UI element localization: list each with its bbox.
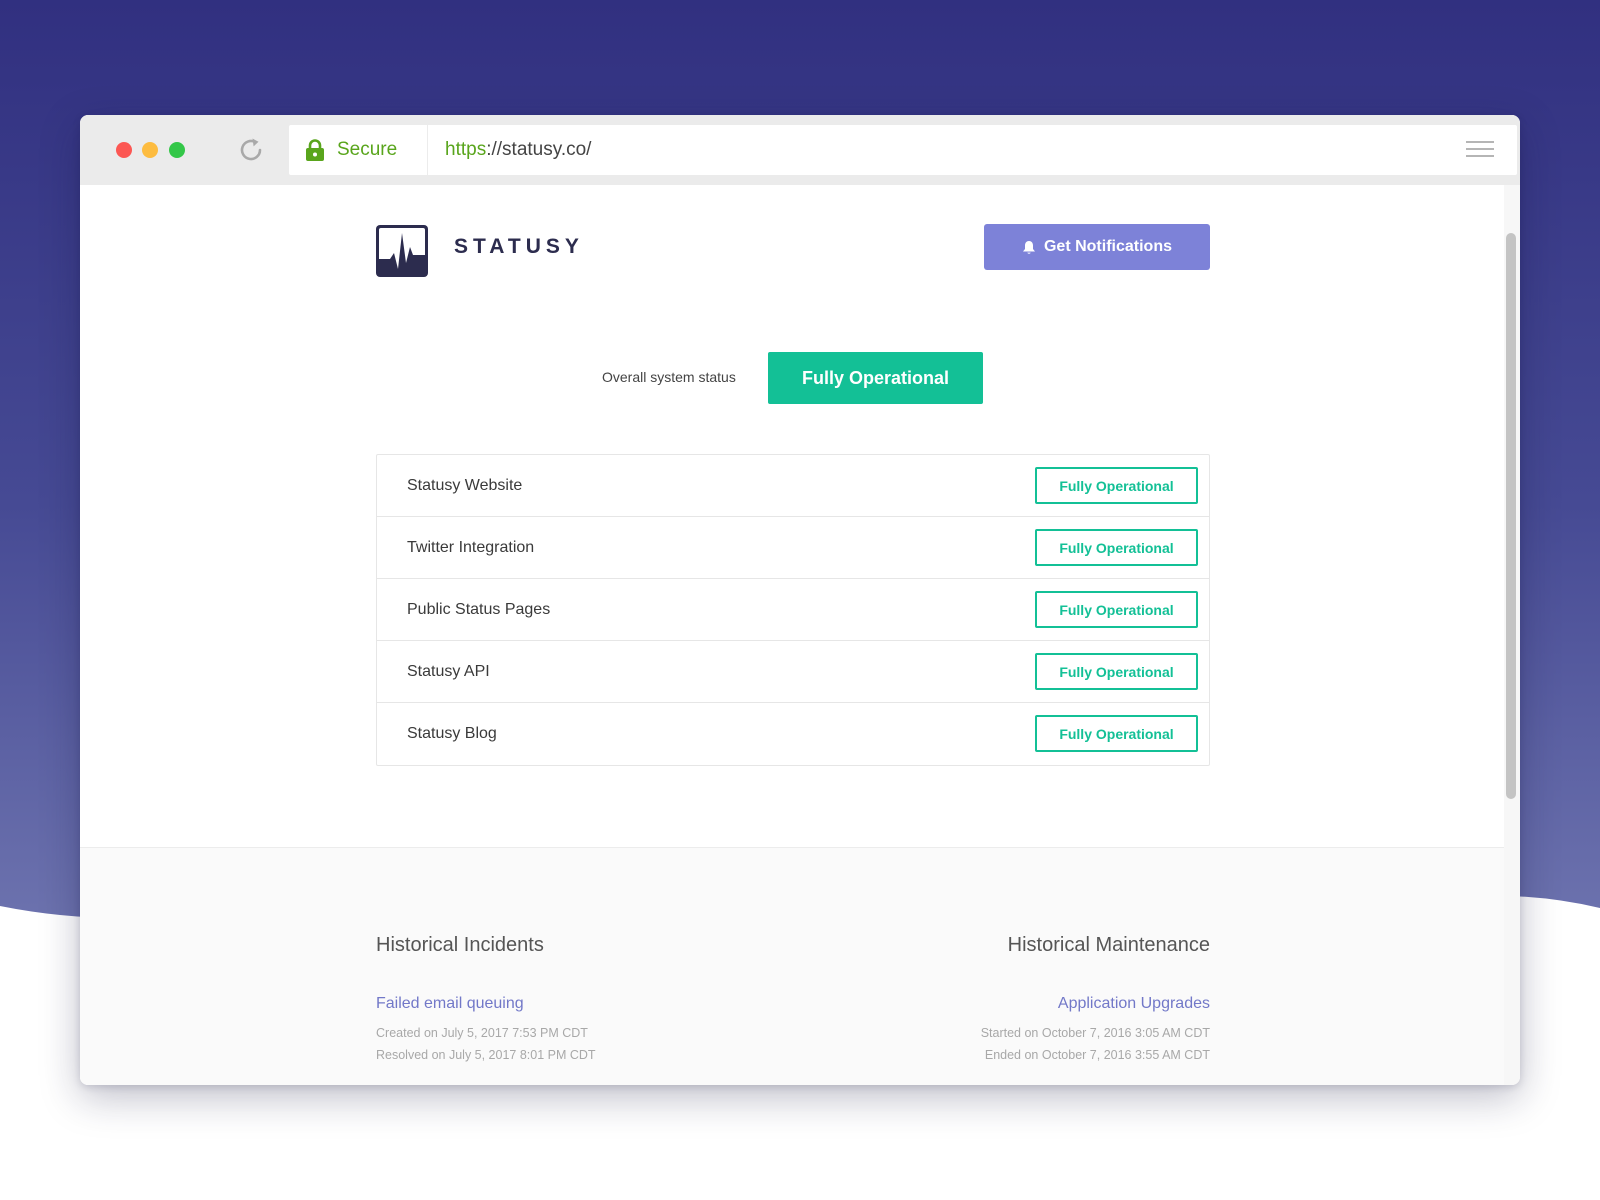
component-status-badge: Fully Operational: [1035, 529, 1198, 566]
browser-toolbar: Secure https://statusy.co/: [80, 115, 1520, 185]
get-notifications-label: Get Notifications: [1043, 238, 1172, 255]
overall-status-badge: Fully Operational: [768, 352, 983, 404]
historical-incidents-title: Historical Incidents: [376, 934, 544, 956]
incident-resolved: Resolved on July 5, 2017 8:01 PM CDT: [376, 1048, 596, 1062]
secure-indicator[interactable]: Secure: [289, 125, 428, 175]
url-path: ://statusy.co/: [486, 139, 592, 160]
bell-icon: [1022, 240, 1035, 254]
address-bar[interactable]: Secure https://statusy.co/: [289, 125, 1517, 175]
component-row: Twitter Integration Fully Operational: [377, 517, 1209, 579]
url-text[interactable]: https://statusy.co/: [445, 125, 591, 175]
component-name: Statusy Website: [407, 477, 523, 494]
hamburger-menu-icon[interactable]: [1466, 139, 1494, 159]
incident-link[interactable]: Failed email queuing: [376, 995, 524, 1013]
component-name: Statusy API: [407, 663, 490, 680]
history-section: Historical Incidents Historical Maintena…: [80, 847, 1504, 1085]
component-status-badge: Fully Operational: [1035, 467, 1198, 504]
maximize-window-button[interactable]: [169, 142, 185, 158]
scrollbar-thumb[interactable]: [1506, 233, 1516, 799]
close-window-button[interactable]: [116, 142, 132, 158]
statusy-logo-icon[interactable]: [376, 225, 428, 277]
component-status-badge: Fully Operational: [1035, 591, 1198, 628]
component-row: Statusy Website Fully Operational: [377, 455, 1209, 517]
brand-name[interactable]: STATUSY: [454, 235, 584, 259]
page-viewport: STATUSY Get Notifications Overall system…: [80, 185, 1504, 1085]
component-name: Twitter Integration: [407, 539, 535, 556]
maintenance-ended: Ended on October 7, 2016 3:55 AM CDT: [984, 1048, 1210, 1062]
minimize-window-button[interactable]: [142, 142, 158, 158]
maintenance-link[interactable]: Application Upgrades: [1058, 995, 1210, 1013]
component-name: Statusy Blog: [407, 725, 497, 742]
component-row: Statusy API Fully Operational: [377, 641, 1209, 703]
historical-maintenance-title: Historical Maintenance: [1007, 934, 1210, 956]
component-status-badge: Fully Operational: [1035, 653, 1198, 690]
component-row: Statusy Blog Fully Operational: [377, 703, 1209, 765]
maintenance-started: Started on October 7, 2016 3:05 AM CDT: [980, 1026, 1210, 1040]
reload-icon[interactable]: [236, 135, 266, 165]
secure-label: Secure: [337, 139, 398, 160]
browser-window: Secure https://statusy.co/ STATUSY Get N…: [80, 115, 1520, 1085]
component-status-badge: Fully Operational: [1035, 715, 1198, 752]
get-notifications-button[interactable]: Get Notifications: [984, 224, 1210, 270]
overall-status-label: Overall system status: [602, 369, 736, 385]
incident-created: Created on July 5, 2017 7:53 PM CDT: [376, 1026, 588, 1040]
component-list: Statusy Website Fully Operational Twitte…: [376, 454, 1210, 766]
component-name: Public Status Pages: [407, 601, 551, 618]
url-scheme: https: [445, 139, 487, 160]
component-row: Public Status Pages Fully Operational: [377, 579, 1209, 641]
lock-icon: [306, 139, 324, 161]
